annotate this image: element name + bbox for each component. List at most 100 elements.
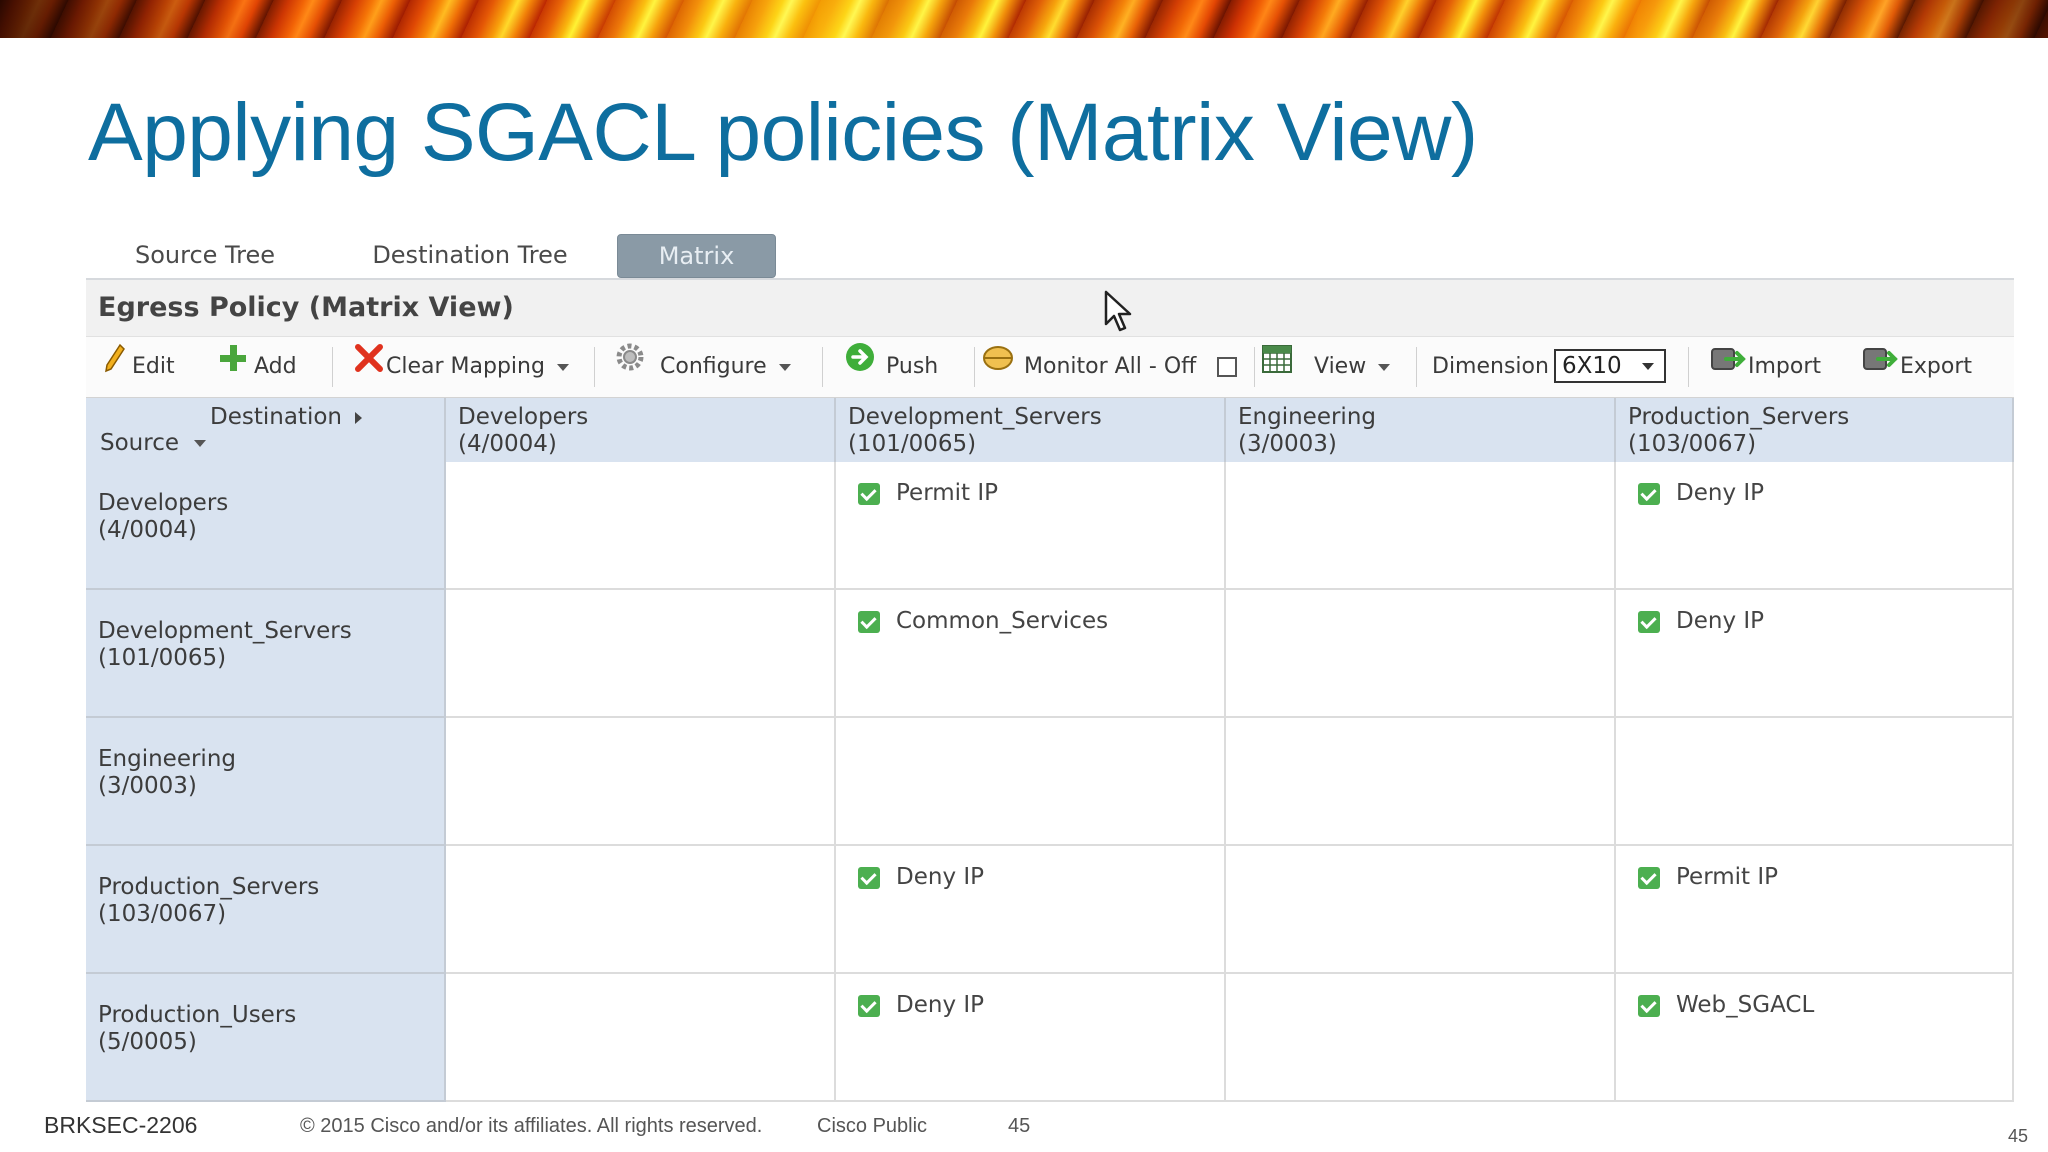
import-button[interactable]: Import [1710,337,1821,397]
row-tag: (4/0004) [98,517,197,543]
egress-policy-panel: Egress Policy (Matrix View) Edit Add Cle… [86,278,2014,1110]
column-header-production-servers[interactable]: Production_Servers (103/0067) [1616,398,2014,462]
matrix-cell[interactable] [836,718,1226,846]
column-tag: (101/0065) [848,431,977,457]
monitor-all-toggle[interactable]: Monitor All - Off [982,337,1238,397]
edit-label: Edit [132,354,175,379]
source-sort-header[interactable]: Source [100,430,207,457]
policy-entry: Web_SGACL [1638,992,1814,1018]
column-header-developers[interactable]: Developers (4/0004) [446,398,836,462]
page-number-corner: 45 [2008,1126,2029,1146]
matrix-cell[interactable] [1226,590,1616,718]
add-button[interactable]: Add [218,337,297,397]
export-button[interactable]: Export [1862,337,1972,397]
matrix-cell[interactable] [1616,718,2014,846]
classification-text: Cisco Public [817,1115,928,1137]
toolbar-divider [1254,347,1255,387]
gear-icon [614,337,646,397]
tab-matrix[interactable]: Matrix [617,234,776,278]
toolbar-divider [332,347,333,387]
toolbar-divider [594,347,595,387]
tab-destination-tree[interactable]: Destination Tree [360,234,580,276]
page-number-inline: 45 [1008,1115,1031,1137]
chevron-right-icon [355,411,363,424]
row-header-engineering[interactable]: Engineering (3/0003) [86,718,446,846]
matrix-cell[interactable]: Permit IP [1616,846,2014,974]
push-arrow-icon [844,337,876,397]
plus-icon [218,337,248,397]
pencil-icon [104,337,126,397]
matrix-cell[interactable] [446,462,836,590]
add-label: Add [254,354,297,379]
enabled-check-icon [858,994,880,1017]
destination-label: Destination [210,404,342,430]
matrix-cell[interactable]: Deny IP [836,974,1226,1102]
session-id: BRKSEC-2206 [44,1112,198,1138]
matrix-cell[interactable] [446,718,836,846]
matrix-cell[interactable]: Common_Services [836,590,1226,718]
dimension-select[interactable]: 6X10 [1554,349,1666,383]
toolbar-divider [1688,347,1689,387]
matrix-cell[interactable]: Web_SGACL [1616,974,2014,1102]
monitor-all-label: Monitor All - Off [1024,354,1197,379]
column-header-engineering[interactable]: Engineering (3/0003) [1226,398,1616,462]
view-label: View [1314,354,1367,379]
push-button[interactable]: Push [844,337,938,397]
matrix-cell[interactable] [1226,974,1616,1102]
enabled-check-icon [858,482,880,505]
matrix-cell[interactable] [446,974,836,1102]
column-header-development-servers[interactable]: Development_Servers (101/0065) [836,398,1226,462]
toolbar-divider [974,347,975,387]
chevron-down-icon [778,363,791,371]
row-name: Production_Servers [98,874,320,900]
row-tag: (3/0003) [98,773,197,799]
column-name: Developers [458,404,589,430]
policy-entry: Permit IP [1638,864,1778,890]
view-button[interactable]: View [1262,337,1391,397]
dimension-label: Dimension [1432,354,1549,379]
row-header-production-servers[interactable]: Production_Servers (103/0067) [86,846,446,974]
matrix-cell[interactable] [1226,718,1616,846]
policy-entry: Deny IP [858,992,984,1018]
row-name: Development_Servers [98,618,352,644]
policy-entry: Permit IP [858,480,998,506]
tab-source-tree[interactable]: Source Tree [120,234,290,276]
toolbar-divider [1416,347,1417,387]
policy-label: Deny IP [896,992,985,1018]
export-icon [1862,337,1898,397]
matrix-cell[interactable]: Deny IP [836,846,1226,974]
export-label: Export [1900,354,1973,379]
enabled-check-icon [1638,994,1660,1017]
matrix-cell[interactable]: Permit IP [836,462,1226,590]
matrix-cell[interactable]: Deny IP [1616,590,2014,718]
monitor-all-checkbox[interactable] [1217,357,1238,377]
matrix-cell[interactable]: Deny IP [1616,462,2014,590]
column-tag: (103/0067) [1628,431,1757,457]
dimension-value: 6X10 [1562,353,1622,379]
row-header-development-servers[interactable]: Development_Servers (101/0065) [86,590,446,718]
enabled-check-icon [858,866,880,889]
policy-label: Deny IP [896,864,985,890]
destination-sort-header[interactable]: Destination [210,404,363,431]
chevron-down-icon [194,440,207,447]
clear-mapping-label: Clear Mapping [386,354,545,379]
edit-button[interactable]: Edit [104,337,175,397]
enabled-check-icon [858,610,880,633]
policy-label: Permit IP [1676,864,1779,890]
matrix-cell[interactable] [446,846,836,974]
row-name: Developers [98,490,229,516]
matrix-cell[interactable] [446,590,836,718]
source-label: Source [100,430,179,456]
matrix-cell[interactable] [1226,462,1616,590]
panel-title: Egress Policy (Matrix View) [86,280,2014,336]
policy-entry: Deny IP [1638,480,1764,506]
clear-mapping-button[interactable]: Clear Mapping [354,337,569,397]
configure-label: Configure [660,354,767,379]
row-header-developers[interactable]: Developers (4/0004) [86,462,446,590]
configure-button[interactable]: Configure [614,337,791,397]
matrix-cell[interactable] [1226,846,1616,974]
enabled-check-icon [1638,610,1660,633]
column-name: Production_Servers [1628,404,1850,430]
enabled-check-icon [1638,482,1660,505]
row-header-production-users[interactable]: Production_Users (5/0005) [86,974,446,1102]
